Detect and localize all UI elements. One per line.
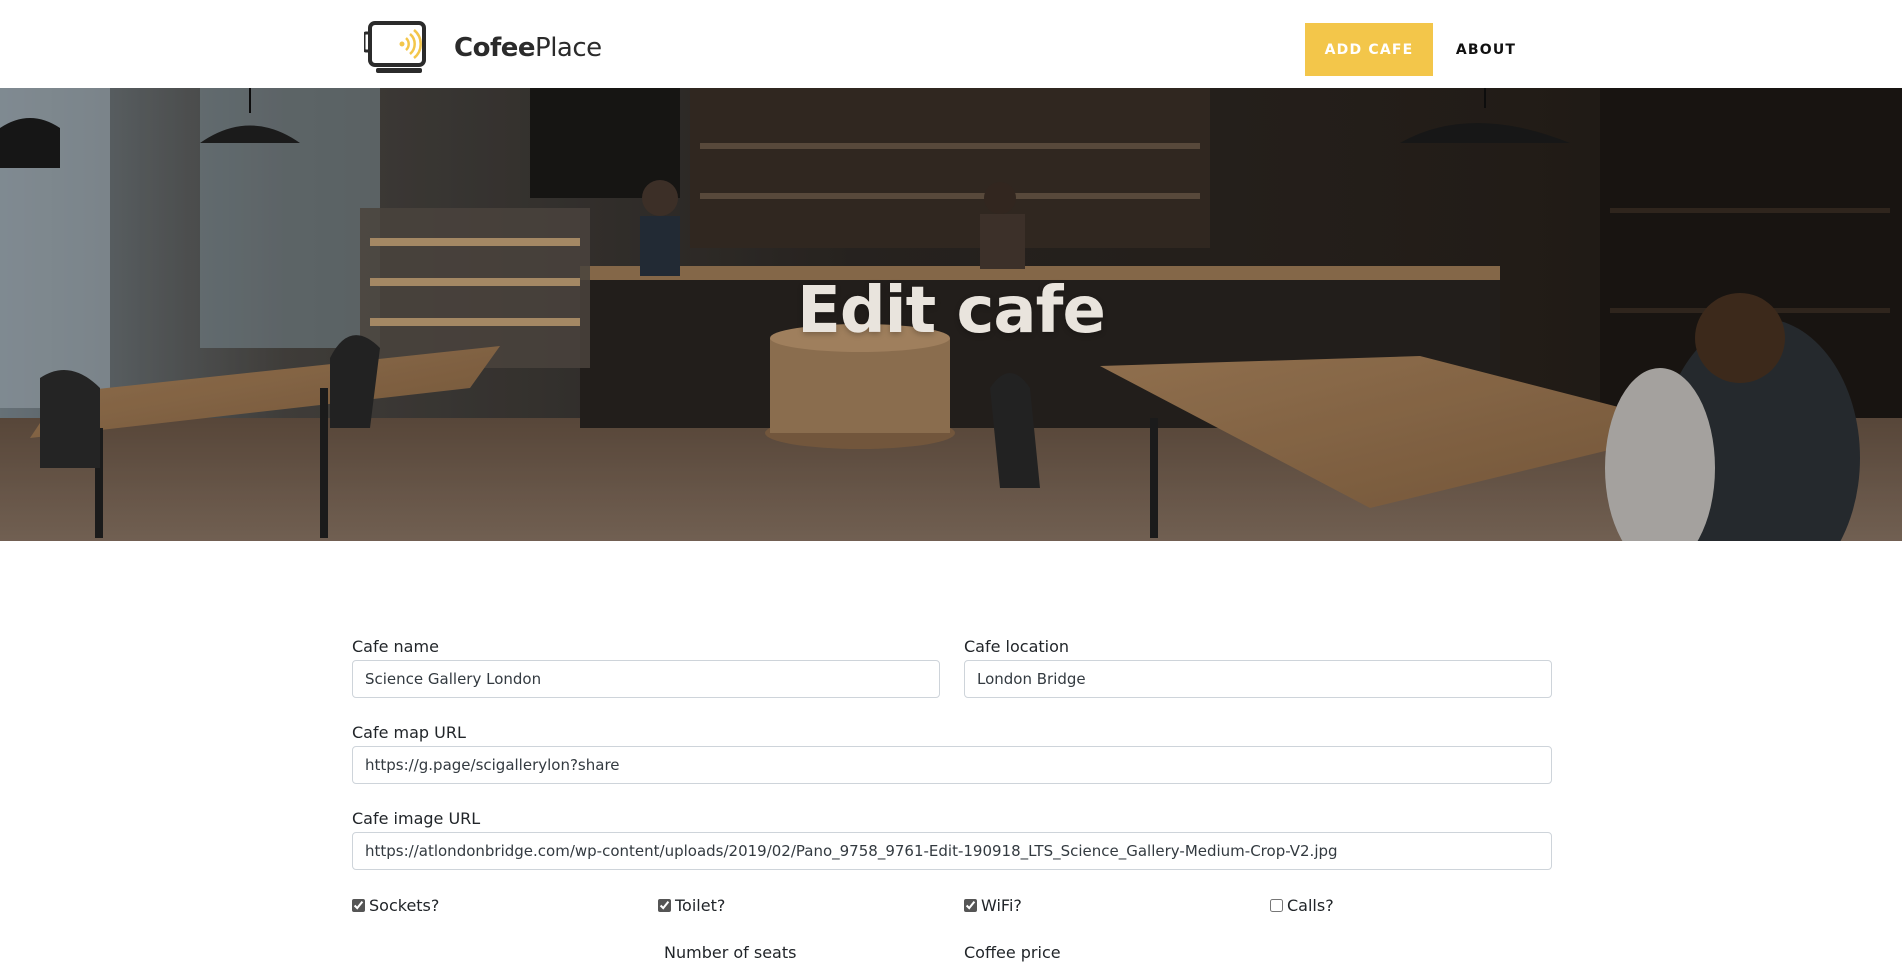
cafe-name-group: Cafe name [352,636,940,698]
cafe-name-input[interactable] [352,660,940,698]
image-url-label: Cafe image URL [352,809,481,828]
seats-group: Number of seats [664,942,940,966]
calls-check-group: Calls? [1270,894,1334,916]
cafe-location-group: Cafe location [964,636,1552,698]
calls-checkbox[interactable] [1270,898,1283,912]
coffee-cup-wifi-icon [364,21,426,73]
brand-name: CofeePlace [454,33,602,63]
toilet-check-group: Toilet? [658,894,725,916]
calls-label[interactable]: Calls? [1287,896,1334,915]
sockets-checkbox[interactable] [352,898,365,912]
sockets-label[interactable]: Sockets? [369,896,439,915]
cafe-name-label: Cafe name [352,637,439,656]
seats-label: Number of seats [664,943,797,962]
cafe-location-input[interactable] [964,660,1552,698]
toilet-label[interactable]: Toilet? [675,896,725,915]
image-url-input[interactable] [352,832,1552,870]
wifi-checkbox[interactable] [964,898,977,912]
page-title: Edit cafe [797,274,1106,348]
wifi-check-group: WiFi? [964,894,1022,916]
map-url-input[interactable] [352,746,1552,784]
image-url-group: Cafe image URL [352,808,1552,870]
map-url-label: Cafe map URL [352,723,466,742]
map-url-group: Cafe map URL [352,722,1552,784]
brand-logo-link[interactable]: CofeePlace [364,20,602,76]
nav-about-link[interactable]: ABOUT [1440,23,1532,76]
hero-banner: Edit cafe [0,88,1902,541]
navbar: CofeePlace ADD CAFE ABOUT [0,0,1902,88]
sockets-check-group: Sockets? [352,894,439,916]
price-group: Coffee price [964,942,1240,966]
wifi-label[interactable]: WiFi? [981,896,1022,915]
price-label: Coffee price [964,943,1061,962]
add-cafe-button[interactable]: ADD CAFE [1305,23,1433,76]
toilet-checkbox[interactable] [658,898,671,912]
cafe-location-label: Cafe location [964,637,1070,656]
